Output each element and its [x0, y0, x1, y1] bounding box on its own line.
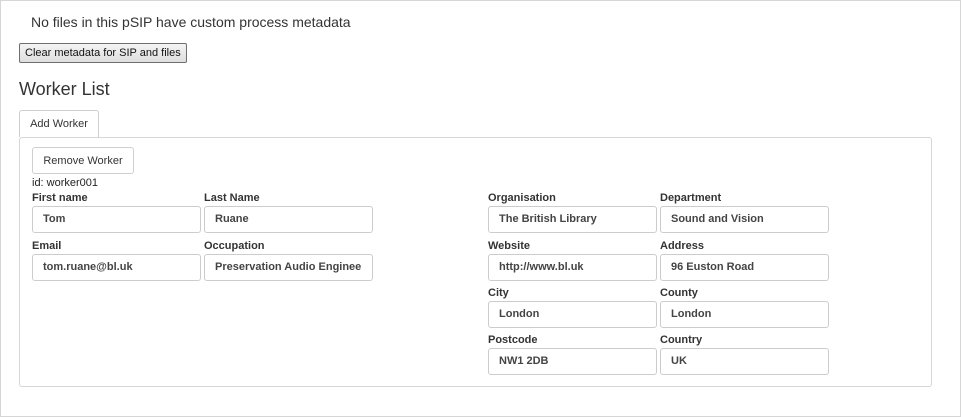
department-input[interactable]: Sound and Vision: [660, 206, 829, 233]
last-name-group: Last Name Ruane: [204, 191, 373, 233]
remove-worker-button[interactable]: Remove Worker: [32, 147, 134, 174]
county-label: County: [660, 287, 698, 299]
organisation-label: Organisation: [488, 192, 556, 204]
country-group: Country UK: [660, 333, 829, 375]
worker-list-title: Worker List: [19, 79, 110, 99]
address-input[interactable]: 96 Euston Road: [660, 254, 829, 281]
email-group: Email tom.ruane@bl.uk: [32, 239, 201, 281]
worker-id: id: worker001: [32, 177, 99, 189]
first-name-label: First name: [32, 192, 88, 204]
address-group: Address 96 Euston Road: [660, 239, 829, 281]
clear-metadata-button[interactable]: Clear metadata for SIP and files: [19, 43, 187, 63]
postcode-group: Postcode NW1 2DB: [488, 333, 657, 375]
city-input[interactable]: London: [488, 301, 657, 328]
address-label: Address: [660, 240, 705, 252]
occupation-input[interactable]: Preservation Audio Enginee: [204, 254, 373, 281]
email-input[interactable]: tom.ruane@bl.uk: [32, 254, 201, 281]
organisation-group: Organisation The British Library: [488, 191, 657, 233]
organisation-input[interactable]: The British Library: [488, 206, 657, 233]
city-group: City London: [488, 286, 657, 328]
country-label: Country: [660, 334, 703, 346]
first-name-group: First name Tom: [32, 191, 201, 233]
occupation-label: Occupation: [204, 240, 265, 252]
last-name-input[interactable]: Ruane: [204, 206, 373, 233]
occupation-group: Occupation Preservation Audio Enginee: [204, 239, 373, 281]
county-group: County London: [660, 286, 829, 328]
last-name-label: Last Name: [204, 192, 260, 204]
department-group: Department Sound and Vision: [660, 191, 829, 233]
email-label: Email: [32, 240, 62, 252]
website-group: Website http://www.bl.uk: [488, 239, 657, 281]
county-input[interactable]: London: [660, 301, 829, 328]
postcode-input[interactable]: NW1 2DB: [488, 348, 657, 375]
country-input[interactable]: UK: [660, 348, 829, 375]
process-metadata-notice: No files in this pSIP have custom proces…: [31, 14, 351, 30]
department-label: Department: [660, 192, 722, 204]
city-label: City: [488, 287, 509, 299]
add-worker-button[interactable]: Add Worker: [19, 110, 99, 137]
postcode-label: Postcode: [488, 334, 538, 346]
first-name-input[interactable]: Tom: [32, 206, 201, 233]
website-input[interactable]: http://www.bl.uk: [488, 254, 657, 281]
website-label: Website: [488, 240, 530, 252]
worker-panel: Remove Worker id: worker001 First name T…: [19, 137, 932, 387]
